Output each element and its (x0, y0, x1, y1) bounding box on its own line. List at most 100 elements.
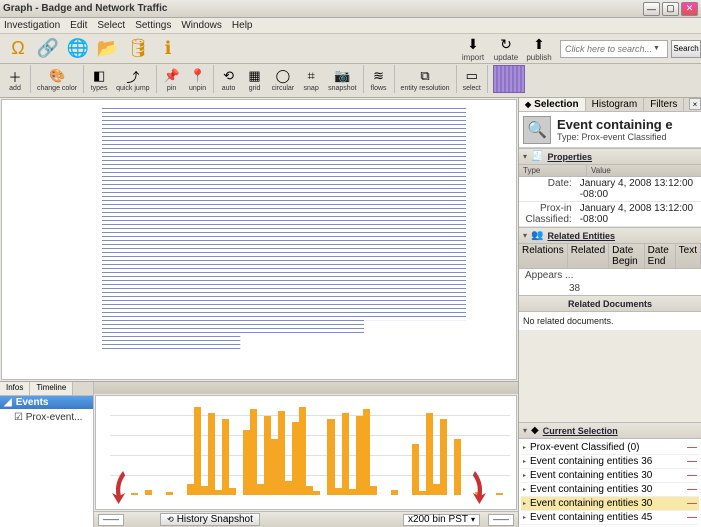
quick-jump-button[interactable]: ⤴quick jump (112, 65, 153, 94)
menu-settings[interactable]: Settings (135, 20, 171, 31)
search-button[interactable]: Search (671, 40, 701, 58)
select-icon: ▭ (463, 67, 481, 85)
database-icon[interactable]: 🛢 (125, 37, 151, 61)
flows-button[interactable]: ≋flows (366, 65, 392, 94)
grid-button[interactable]: ▦grid (242, 65, 268, 94)
search-box[interactable]: ▼ (560, 40, 668, 58)
timeline-bin-select[interactable]: x200 bin PST ▾ (403, 514, 480, 526)
remove-icon[interactable]: — (687, 498, 697, 509)
search-input[interactable] (565, 44, 653, 54)
chart-bar (187, 484, 194, 495)
globe-icon[interactable]: 🌐 (65, 37, 91, 61)
events-header[interactable]: ◢ Events (0, 396, 93, 409)
remove-icon[interactable]: — (687, 442, 697, 453)
snap-icon: ⌗ (302, 67, 320, 85)
info-icon[interactable]: ℹ (155, 37, 181, 61)
chart-bar (342, 413, 349, 495)
tab-timeline[interactable]: Timeline (30, 382, 73, 395)
remove-icon[interactable]: — (687, 456, 697, 467)
chart-bar (243, 430, 250, 495)
panel-close-icon[interactable]: × (689, 98, 701, 110)
timeline-chart[interactable] (95, 395, 517, 510)
snapshot-icon: 📷 (333, 67, 351, 85)
close-button[interactable]: ✕ (681, 2, 698, 16)
chart-bar (285, 481, 292, 495)
unpin-button[interactable]: 📍unpin (185, 65, 211, 94)
link-tool-icon[interactable]: 🔗 (35, 37, 61, 61)
events-item[interactable]: ☑ Prox-event... (4, 411, 89, 424)
menu-select[interactable]: Select (97, 20, 125, 31)
chart-bar (356, 416, 363, 495)
chart-bar (250, 409, 257, 495)
minimize-button[interactable]: — (643, 2, 660, 16)
menu-edit[interactable]: Edit (70, 20, 87, 31)
folder-icon[interactable]: 📂 (95, 37, 121, 61)
chart-bar (349, 489, 356, 495)
selection-item[interactable]: ▸Event containing entities 30— (521, 497, 699, 511)
dropdown-icon[interactable]: ▼ (653, 45, 660, 52)
snap-button[interactable]: ⌗snap (298, 65, 324, 94)
label: import (462, 53, 484, 62)
label: add (9, 85, 21, 92)
remove-icon[interactable]: — (687, 484, 697, 495)
add-icon: ＋ (6, 67, 24, 85)
snapshot-button[interactable]: 📷snapshot (324, 65, 360, 94)
events-tree[interactable]: ☑ Prox-event... (0, 409, 93, 527)
tab-histogram[interactable]: Histogram (586, 98, 645, 111)
timeline-dd3[interactable]: —— (488, 514, 514, 526)
chart-bar (306, 486, 313, 495)
menu-investigation[interactable]: Investigation (4, 20, 60, 31)
related-entities-header[interactable]: ▾ 👥 Related Entities (519, 228, 701, 244)
types-button[interactable]: ◧types (86, 65, 112, 94)
timeline-arrow-right (464, 471, 486, 501)
auto-icon: ⟲ (220, 67, 238, 85)
unpin-icon: 📍 (189, 67, 207, 85)
tab-filters[interactable]: Filters (644, 98, 684, 111)
tab-selection[interactable]: ◆ Selection (519, 98, 586, 111)
maximize-button[interactable]: ▢ (662, 2, 679, 16)
tab-infos[interactable]: Infos (0, 382, 30, 395)
properties-icon: 🧾 (531, 151, 543, 162)
chart-bar (363, 409, 370, 495)
omega-icon[interactable]: Ω (5, 37, 31, 61)
pin-icon: 📌 (163, 67, 181, 85)
related-entities-row[interactable]: Appears ... (519, 269, 701, 282)
menu-windows[interactable]: Windows (181, 20, 222, 31)
chart-bar (335, 488, 342, 495)
circular-button[interactable]: ◯circular (268, 65, 299, 94)
history-snapshot-button[interactable]: ⟲ History Snapshot (160, 513, 260, 526)
entity-resolution-button[interactable]: ⧉entity resolution (397, 65, 454, 94)
remove-icon[interactable]: — (687, 512, 697, 523)
menu-bar: Investigation Edit Select Settings Windo… (0, 18, 701, 34)
selection-item[interactable]: ▸Event containing entities 36— (521, 455, 699, 469)
menu-help[interactable]: Help (232, 20, 253, 31)
add-button[interactable]: ＋add (2, 65, 28, 94)
barcode-widget[interactable] (493, 65, 525, 93)
change-color-button[interactable]: 🎨change color (33, 65, 81, 94)
selection-item[interactable]: ▸Prox-event Classified (0)— (521, 441, 699, 455)
auto-button[interactable]: ⟲auto (216, 65, 242, 94)
current-selection-header[interactable]: ▾ ◆ Current Selection (519, 423, 701, 439)
timeline-arrow-left (112, 471, 134, 501)
selection-item[interactable]: ▸Event containing entities 30— (521, 483, 699, 497)
properties-header[interactable]: ▾ 🧾 Properties (519, 149, 701, 165)
select-button[interactable]: ▭select (459, 65, 485, 94)
chart-bar (201, 486, 208, 495)
chart-bar (391, 490, 398, 495)
flows-icon: ≋ (370, 67, 388, 85)
related-documents-header[interactable]: Related Documents (519, 296, 701, 312)
label: unpin (189, 85, 206, 92)
update-button[interactable]: ↻update (491, 35, 521, 62)
import-button[interactable]: ⬇import (458, 35, 488, 62)
label: flows (371, 85, 387, 92)
remove-icon[interactable]: — (687, 470, 697, 481)
pin-button[interactable]: 📌pin (159, 65, 185, 94)
publish-button[interactable]: ⬆publish (524, 35, 554, 62)
selection-item[interactable]: ▸Event containing entities 45— (521, 511, 699, 525)
selection-header: 🔍 Event containing e Type: Prox-event Cl… (519, 112, 701, 148)
graph-canvas[interactable] (1, 99, 517, 380)
section-related-entities: ▾ 👥 Related Entities Relations Related D… (519, 227, 701, 295)
timeline-dd1[interactable]: —— (98, 514, 124, 526)
side-panel: ◆ Selection Histogram Filters × 🔍 Event … (519, 98, 701, 527)
selection-item[interactable]: ▸Event containing entities 30— (521, 469, 699, 483)
